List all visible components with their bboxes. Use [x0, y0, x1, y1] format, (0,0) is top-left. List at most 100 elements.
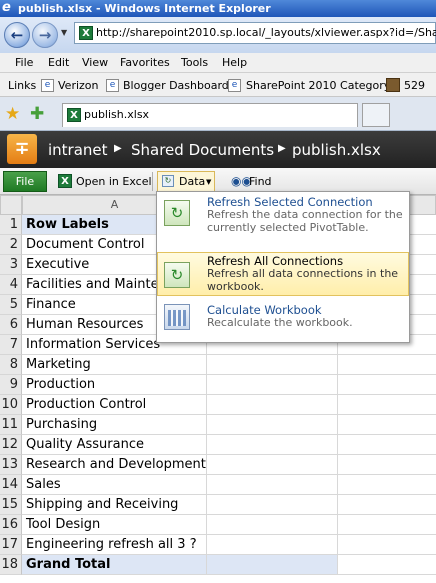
- table-cell[interactable]: Engineering refresh all 3 ?: [22, 535, 207, 555]
- table-cell[interactable]: Research and Development: [22, 455, 207, 475]
- table-cell[interactable]: Production Control: [22, 395, 207, 415]
- menu-view[interactable]: View: [82, 56, 108, 69]
- breadcrumb-shared-documents[interactable]: Shared Documents: [131, 141, 274, 159]
- table-cell[interactable]: Grand Total: [22, 555, 207, 575]
- link-blogger-dashboard[interactable]: Blogger Dashboard: [123, 79, 229, 92]
- table-cell[interactable]: [207, 555, 338, 575]
- row-header[interactable]: 1: [0, 215, 22, 235]
- page-icon: e: [106, 79, 119, 92]
- row-header[interactable]: 18: [0, 555, 22, 575]
- row-header[interactable]: 6: [0, 315, 22, 335]
- history-dropdown-icon[interactable]: ▼: [61, 28, 67, 37]
- table-cell[interactable]: [338, 455, 436, 475]
- row-header[interactable]: 15: [0, 495, 22, 515]
- select-all-corner[interactable]: [0, 195, 22, 215]
- row-header[interactable]: 9: [0, 375, 22, 395]
- table-cell[interactable]: Shipping and Receiving: [22, 495, 207, 515]
- row-header[interactable]: 16: [0, 515, 22, 535]
- refresh-selected-connection-icon: ↻: [164, 200, 190, 226]
- data-button-label: Data: [179, 175, 206, 188]
- table-cell[interactable]: [338, 535, 436, 555]
- breadcrumb-current-file: publish.xlsx: [292, 141, 381, 159]
- breadcrumb-arrow-icon: ▶: [114, 143, 122, 154]
- table-cell[interactable]: [207, 395, 338, 415]
- table-cell[interactable]: Marketing: [22, 355, 207, 375]
- breadcrumb-intranet[interactable]: intranet: [48, 141, 108, 159]
- page-icon: e: [228, 79, 241, 92]
- open-in-excel-button[interactable]: Open in Excel: [76, 175, 152, 188]
- table-cell[interactable]: Quality Assurance: [22, 435, 207, 455]
- table-cell[interactable]: [338, 515, 436, 535]
- table-cell[interactable]: [207, 455, 338, 475]
- table-cell[interactable]: [207, 375, 338, 395]
- new-tab-button[interactable]: [362, 103, 390, 127]
- menu-edit[interactable]: Edit: [48, 56, 69, 69]
- data-icon: ↻: [162, 175, 174, 187]
- table-cell[interactable]: [338, 435, 436, 455]
- refresh-selected-connection-desc: Refresh the data connection for the curr…: [207, 208, 403, 234]
- table-cell[interactable]: [207, 415, 338, 435]
- link-529[interactable]: 529: [404, 79, 425, 92]
- row-header[interactable]: 11: [0, 415, 22, 435]
- window-title-bar: publish.xlsx - Windows Internet Explorer: [0, 0, 436, 17]
- table-cell[interactable]: [338, 355, 436, 375]
- internet-explorer-icon: e: [2, 0, 11, 15]
- refresh-all-connections-desc: Refresh all data connections in the work…: [207, 267, 399, 293]
- table-cell[interactable]: [338, 495, 436, 515]
- row-header[interactable]: 7: [0, 335, 22, 355]
- row-header[interactable]: 13: [0, 455, 22, 475]
- refresh-all-connections-item[interactable]: Refresh All Connections: [207, 254, 343, 268]
- table-cell[interactable]: Tool Design: [22, 515, 207, 535]
- calculate-workbook-desc: Recalculate the workbook.: [207, 316, 353, 329]
- window-title: publish.xlsx - Windows Internet Explorer: [18, 2, 271, 15]
- row-header[interactable]: 8: [0, 355, 22, 375]
- feed-icon: [386, 78, 400, 92]
- menu-help[interactable]: Help: [222, 56, 247, 69]
- chevron-down-icon: ▼: [206, 178, 212, 186]
- back-button[interactable]: ←: [4, 22, 30, 48]
- row-header[interactable]: 5: [0, 295, 22, 315]
- address-input[interactable]: http://sharepoint2010.sp.local/_layouts/…: [96, 26, 436, 39]
- table-cell[interactable]: [207, 355, 338, 375]
- favorites-star-icon[interactable]: ★: [5, 104, 20, 124]
- table-cell[interactable]: [207, 435, 338, 455]
- table-cell[interactable]: [338, 555, 436, 575]
- calculate-workbook-item[interactable]: Calculate Workbook: [207, 303, 322, 317]
- find-button[interactable]: Find: [249, 175, 272, 188]
- row-header[interactable]: 2: [0, 235, 22, 255]
- sharepoint-logo-icon[interactable]: ∓: [7, 134, 37, 164]
- row-header[interactable]: 14: [0, 475, 22, 495]
- table-cell[interactable]: [207, 515, 338, 535]
- table-cell[interactable]: Production: [22, 375, 207, 395]
- table-cell[interactable]: [338, 475, 436, 495]
- menu-tools[interactable]: Tools: [181, 56, 208, 69]
- row-header[interactable]: 3: [0, 255, 22, 275]
- back-arrow-icon: ←: [10, 26, 24, 44]
- link-sharepoint-2010-category[interactable]: SharePoint 2010 Category: [246, 79, 390, 92]
- table-cell[interactable]: [207, 535, 338, 555]
- table-cell[interactable]: Purchasing: [22, 415, 207, 435]
- table-cell[interactable]: [338, 375, 436, 395]
- row-header[interactable]: 4: [0, 275, 22, 295]
- row-header[interactable]: 12: [0, 435, 22, 455]
- table-cell[interactable]: Sales: [22, 475, 207, 495]
- refresh-selected-connection-item[interactable]: Refresh Selected Connection: [207, 195, 373, 209]
- forward-arrow-icon: →: [38, 26, 52, 44]
- page-icon: e: [41, 79, 54, 92]
- toolbar-separator: [152, 172, 153, 191]
- file-button[interactable]: File: [3, 171, 47, 192]
- forward-button[interactable]: →: [32, 22, 58, 48]
- row-header[interactable]: 17: [0, 535, 22, 555]
- row-header[interactable]: 10: [0, 395, 22, 415]
- link-verizon[interactable]: Verizon: [58, 79, 99, 92]
- table-cell[interactable]: [338, 415, 436, 435]
- add-favorite-icon[interactable]: ✚: [30, 104, 44, 124]
- tab-label: publish.xlsx: [84, 108, 150, 121]
- excel-tab-icon: X: [67, 108, 81, 122]
- menu-file[interactable]: File: [15, 56, 33, 69]
- refresh-all-connections-icon: ↻: [164, 262, 190, 288]
- menu-favorites[interactable]: Favorites: [120, 56, 170, 69]
- table-cell[interactable]: [207, 475, 338, 495]
- table-cell[interactable]: [338, 395, 436, 415]
- table-cell[interactable]: [207, 495, 338, 515]
